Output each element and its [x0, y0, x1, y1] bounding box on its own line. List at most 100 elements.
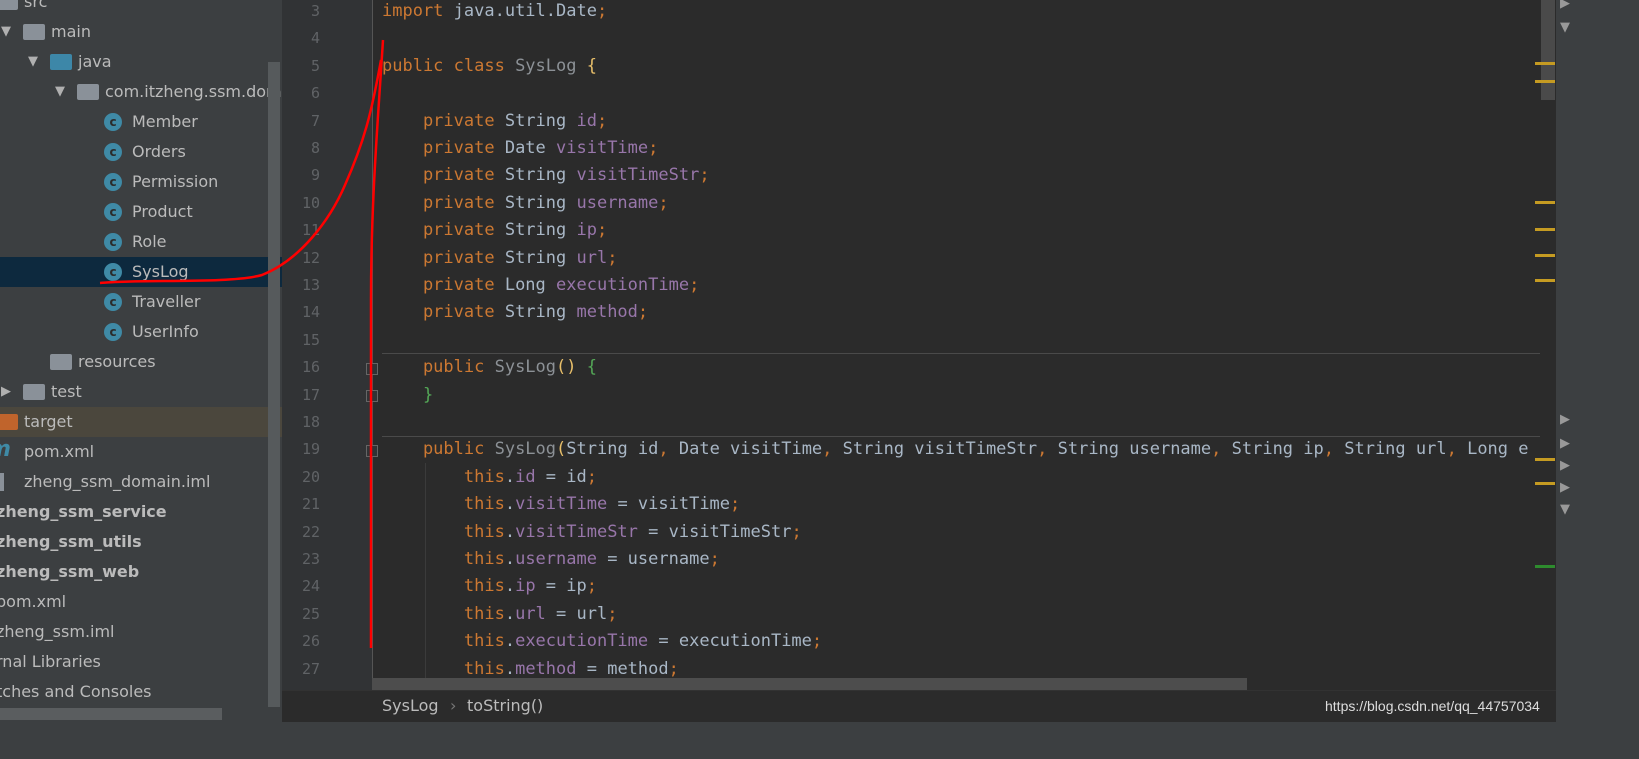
expand-arrow-icon[interactable]: ▶	[1, 377, 11, 407]
fold-icon[interactable]	[366, 363, 378, 375]
code-line[interactable]: this.username = username;	[382, 546, 720, 573]
warning-marker[interactable]	[1535, 482, 1555, 485]
tree-item[interactable]: zheng_ssm_service	[0, 497, 282, 527]
tree-item[interactable]: c Orders	[0, 137, 282, 167]
expand-arrow-icon[interactable]: ▶	[1560, 436, 1570, 451]
code-line[interactable]: public SysLog() {	[382, 354, 597, 381]
tree-item[interactable]: ▶ test	[0, 377, 282, 407]
collapse-arrow-icon[interactable]: ▼	[28, 47, 38, 77]
line-number: 14	[301, 303, 320, 322]
code-token: ;	[811, 631, 823, 652]
tree-item[interactable]: zheng_ssm_domain.iml	[0, 467, 282, 497]
code-token: .	[504, 603, 516, 624]
code-line[interactable]: private String url;	[382, 245, 618, 272]
warning-marker[interactable]	[1535, 80, 1555, 83]
code-token: ;	[648, 138, 659, 158]
code-line[interactable]: private String method;	[382, 299, 648, 326]
change-marker[interactable]	[1535, 565, 1555, 568]
code-line[interactable]: this.id = id;	[382, 464, 597, 491]
tree-item[interactable]: ▼ java	[0, 47, 282, 77]
tree-item[interactable]: tches and Consoles	[0, 677, 282, 707]
code-line[interactable]: public SysLog(String id, Date visitTime,…	[382, 436, 1529, 463]
code-line[interactable]: this.visitTimeStr = visitTimeStr;	[382, 519, 802, 546]
code-line[interactable]: private Date visitTime;	[382, 135, 658, 162]
tree-item-label: src	[24, 0, 48, 11]
class-icon: c	[104, 233, 122, 251]
code-token: private	[382, 220, 505, 241]
expand-arrow-icon[interactable]: ▶	[1560, 412, 1570, 427]
project-tree-vertical-scrollbar[interactable]	[268, 62, 280, 707]
code-token: SysLog	[515, 55, 587, 76]
collapse-arrow-icon[interactable]: ▼	[1, 17, 11, 47]
tree-item[interactable]: c Product	[0, 197, 282, 227]
code-token: .	[504, 658, 516, 679]
tree-item[interactable]: ▼ com.itzheng.ssm.domain	[0, 77, 282, 107]
tree-item-label: main	[51, 22, 91, 41]
tree-item[interactable]: pom.xml	[0, 587, 282, 617]
code-line[interactable]: private String username;	[382, 190, 669, 217]
code-token: ;	[596, 1, 608, 21]
code-line[interactable]: public class SysLog {	[382, 53, 597, 80]
class-icon: c	[104, 323, 122, 341]
tree-item[interactable]: c Role	[0, 227, 282, 257]
line-number: 11	[301, 221, 320, 240]
tree-item[interactable]: rnal Libraries	[0, 647, 282, 677]
code-token: private	[382, 302, 505, 323]
tree-item[interactable]: c Member	[0, 107, 282, 137]
project-tree-horizontal-scrollbar[interactable]	[0, 708, 222, 720]
warning-marker[interactable]	[1535, 201, 1555, 204]
tree-item[interactable]: ▼ main	[0, 17, 282, 47]
warning-marker[interactable]	[1535, 62, 1555, 65]
tree-item[interactable]: zheng_ssm_utils	[0, 527, 282, 557]
line-number: 15	[301, 330, 320, 349]
code-token: private	[382, 247, 505, 268]
code-line[interactable]: import java.util.Date;	[382, 0, 607, 25]
code-line[interactable]: private String visitTimeStr;	[382, 162, 710, 189]
warning-marker[interactable]	[1535, 279, 1555, 282]
code-line[interactable]: private Long executionTime;	[382, 272, 699, 299]
breadcrumb-separator: ›	[450, 696, 457, 715]
code-line[interactable]: this.ip = ip;	[382, 573, 597, 600]
breadcrumb-class[interactable]: SysLog	[382, 696, 439, 715]
tree-item[interactable]: zheng_ssm_web	[0, 557, 282, 587]
code-line[interactable]: private String ip;	[382, 217, 607, 244]
tree-item-label: rnal Libraries	[0, 652, 101, 671]
fold-icon[interactable]	[366, 445, 378, 457]
code-token: String	[504, 247, 577, 268]
tree-item[interactable]: c Permission	[0, 167, 282, 197]
expand-arrow-icon[interactable]: ▶	[1560, 480, 1570, 495]
tree-item[interactable]: c Traveller	[0, 287, 282, 317]
code-token: private	[382, 110, 505, 131]
fold-icon[interactable]	[366, 390, 378, 402]
collapse-arrow-icon[interactable]: ▼	[55, 77, 65, 107]
code-line[interactable]: }	[382, 382, 433, 409]
code-line[interactable]: this.url = url;	[382, 601, 618, 628]
tree-item[interactable]: src	[0, 0, 282, 17]
tree-item[interactable]: m pom.xml	[0, 437, 282, 467]
code-line[interactable]: this.visitTime = visitTime;	[382, 491, 740, 518]
editor-vertical-scrollbar[interactable]	[1541, 0, 1555, 100]
tree-item[interactable]: c UserInfo	[0, 317, 282, 347]
collapse-arrow-icon[interactable]: ▼	[1560, 502, 1570, 517]
warning-marker[interactable]	[1535, 254, 1555, 257]
code-token: ;	[658, 192, 669, 213]
code-token: private	[382, 275, 505, 295]
breadcrumb-method[interactable]: toString()	[467, 696, 543, 715]
tree-item-label: java	[78, 52, 112, 71]
code-line[interactable]: this.executionTime = executionTime;	[382, 628, 822, 655]
collapse-arrow-icon[interactable]: ▼	[1560, 20, 1570, 35]
warning-marker[interactable]	[1535, 458, 1555, 461]
warning-marker[interactable]	[1535, 228, 1555, 231]
code-line[interactable]: private String id;	[382, 108, 607, 135]
tree-item[interactable]: target	[0, 407, 282, 437]
tree-item[interactable]: c SysLog	[0, 257, 282, 287]
code-token: = executionTime	[648, 631, 812, 652]
code-token: id	[515, 466, 536, 487]
expand-arrow-icon[interactable]: ▶	[1560, 0, 1570, 11]
tree-item[interactable]: resources	[0, 347, 282, 377]
editor-horizontal-scrollbar[interactable]	[372, 678, 1247, 690]
tree-item[interactable]: zheng_ssm.iml	[0, 617, 282, 647]
expand-arrow-icon[interactable]: ▶	[1560, 458, 1570, 473]
code-token: this	[382, 631, 505, 652]
code-token: ;	[689, 275, 700, 295]
